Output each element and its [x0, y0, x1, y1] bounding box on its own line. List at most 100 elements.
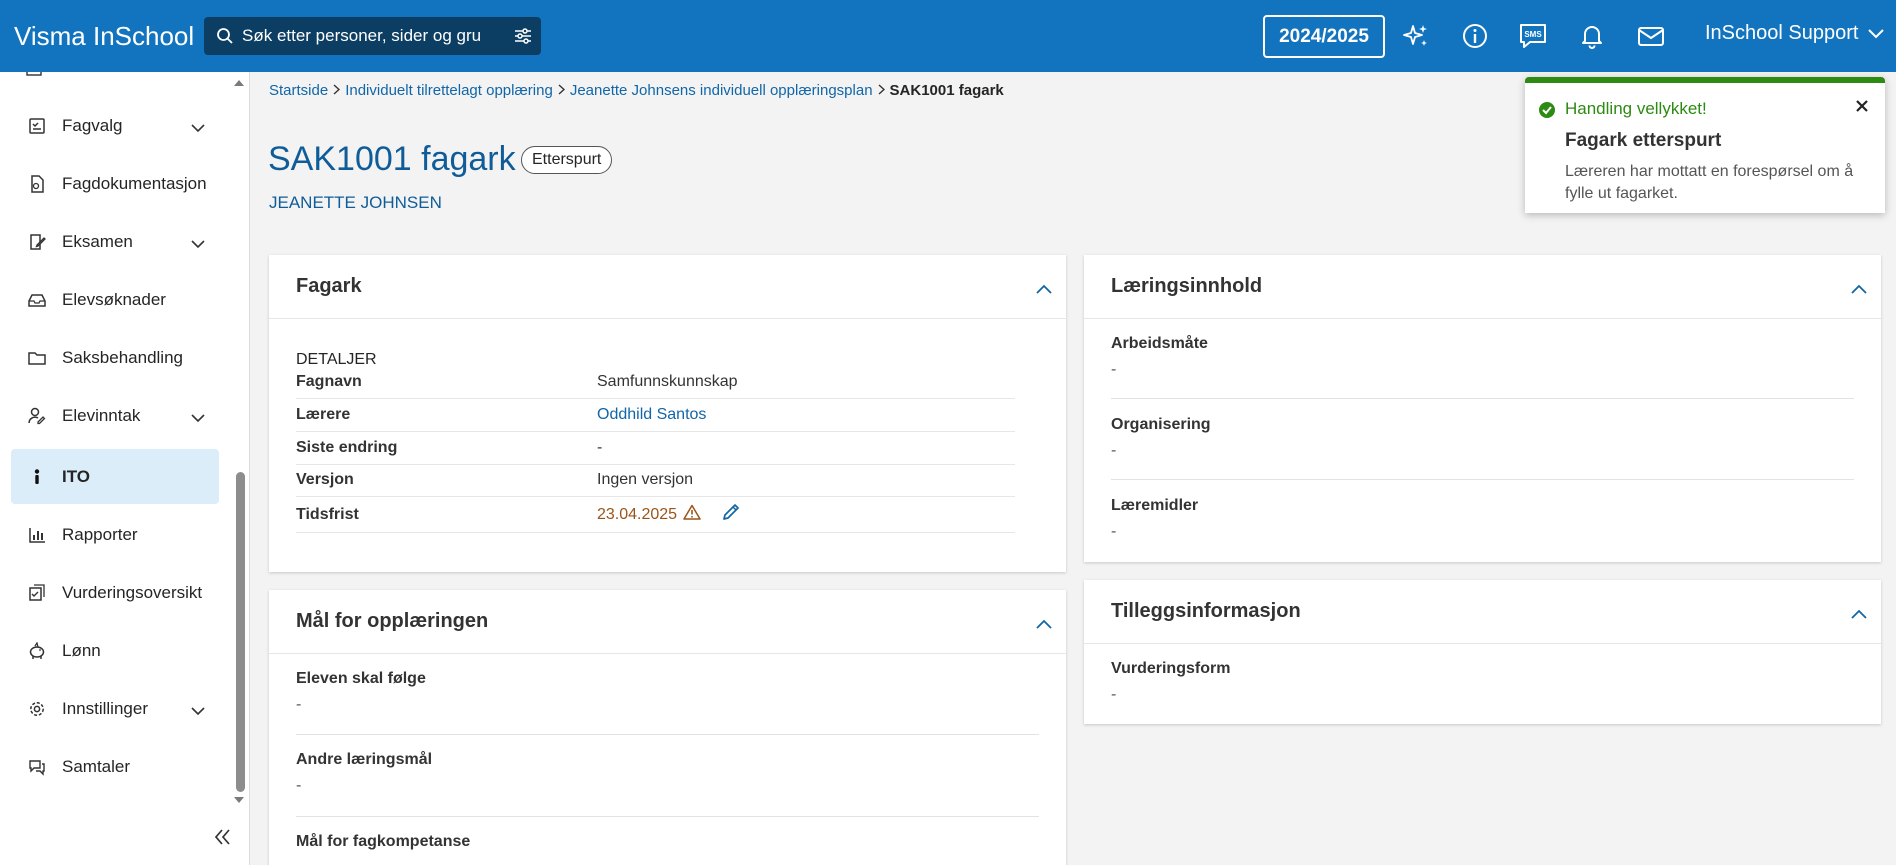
sidebar-item-saksbehandling[interactable]: Saksbehandling	[11, 330, 219, 385]
detail-key: Siste endring	[296, 439, 398, 456]
chevron-up-icon[interactable]	[1036, 612, 1052, 635]
sidebar-item-ito[interactable]: ITO	[11, 449, 219, 504]
detail-row: Tidsfrist 23.04.2025	[296, 497, 1015, 533]
maal-card: Mål for opplæringen Eleven skal følge - …	[269, 590, 1066, 865]
sidebar-item-label: Eksamen	[62, 231, 133, 251]
collapse-sidebar-icon[interactable]	[213, 828, 233, 851]
field-value: -	[1111, 442, 1117, 459]
field-label: Eleven skal følge	[296, 670, 426, 687]
check-circle-icon	[1538, 101, 1556, 124]
sidebar-item-label: Elevsøknader	[62, 289, 166, 309]
field-laeremidler: Læremidler -	[1111, 497, 1198, 541]
sidebar-item-innstillinger[interactable]: Innstillinger	[11, 681, 219, 736]
chevron-right-icon	[558, 82, 565, 99]
chevron-down-icon	[1868, 22, 1885, 45]
gear-icon	[26, 700, 48, 718]
teacher-link[interactable]: Oddhild Santos	[597, 406, 706, 424]
person-icon	[26, 468, 48, 486]
sidebar-item-label: Fagdokumentasjon	[62, 173, 207, 193]
sidebar-item-partial	[26, 72, 206, 80]
svg-text:SMS: SMS	[1524, 30, 1542, 39]
deadline-value: 23.04.2025	[597, 502, 741, 527]
field-label: Vurderingsform	[1111, 660, 1231, 677]
mail-icon[interactable]	[1635, 20, 1667, 52]
laeringsinnhold-card-header[interactable]: Læringsinnhold	[1084, 255, 1881, 319]
deadline-date: 23.04.2025	[597, 505, 678, 523]
sms-icon[interactable]: SMS	[1517, 20, 1549, 52]
sidebar-item-elevinntak[interactable]: Elevinntak	[11, 388, 219, 443]
search-input[interactable]	[242, 26, 482, 46]
info-icon[interactable]	[1459, 20, 1491, 52]
sidebar-item-fagdokumentasjon[interactable]: Fagdokumentasjon	[11, 156, 219, 211]
field-value: -	[296, 696, 302, 713]
divider	[296, 734, 1039, 735]
breadcrumb-ito[interactable]: Individuelt tilrettelagt opplæring	[345, 82, 553, 99]
field-value: -	[296, 777, 302, 794]
toast-status: Handling vellykket!	[1565, 99, 1707, 118]
sidebar-item-label: ITO	[62, 466, 91, 486]
success-toast: Handling vellykket! Fagark etterspurt Læ…	[1525, 77, 1885, 213]
field-arbeidsmaate: Arbeidsmåte -	[1111, 335, 1208, 379]
bar-chart-icon	[26, 526, 48, 544]
school-year-button[interactable]: 2024/2025	[1263, 15, 1385, 58]
card-title: Fagark	[296, 275, 362, 297]
sidebar-item-vurderingsoversikt[interactable]: Vurderingsoversikt	[11, 565, 219, 620]
toast-title: Fagark etterspurt	[1565, 130, 1722, 151]
detail-value: Ingen versjon	[597, 471, 694, 488]
chevron-up-icon[interactable]	[1036, 277, 1052, 300]
inbox-icon	[26, 291, 48, 309]
fagark-card-header[interactable]: Fagark	[269, 255, 1066, 319]
sidebar-scroll-thumb[interactable]	[236, 472, 245, 792]
chevron-up-icon[interactable]	[1851, 277, 1867, 300]
bell-icon[interactable]	[1576, 20, 1608, 52]
chevron-up-icon[interactable]	[1851, 602, 1867, 625]
sidebar-item-lonn[interactable]: Lønn	[11, 623, 219, 678]
breadcrumb: Startside Individuelt tilrettelagt opplæ…	[269, 82, 1004, 99]
sidebar-item-elevsoknader[interactable]: Elevsøknader	[11, 272, 219, 327]
chevron-down-icon	[191, 408, 205, 428]
close-icon[interactable]	[1855, 99, 1869, 118]
top-bar: Visma InSchool 2024/2025 SMS InSchool Su…	[0, 0, 1896, 72]
sidebar-item-fagvalg[interactable]: Fagvalg	[11, 98, 219, 153]
search-box[interactable]	[204, 17, 541, 55]
student-name: JEANETTE JOHNSEN	[269, 193, 442, 212]
sidebar-item-rapporter[interactable]: Rapporter	[11, 507, 219, 562]
edit-deadline-icon[interactable]	[721, 502, 741, 527]
sidebar-item-label: Samtaler	[62, 756, 131, 776]
breadcrumb-startside[interactable]: Startside	[269, 82, 328, 99]
divider	[296, 816, 1039, 817]
field-label: Arbeidsmåte	[1111, 335, 1208, 352]
sidebar-item-eksamen[interactable]: Eksamen	[11, 214, 219, 269]
sidebar-item-samtaler[interactable]: Samtaler	[11, 739, 219, 794]
user-menu[interactable]: InSchool Support	[1705, 22, 1885, 45]
toast-message: Læreren har mottatt en forespørsel om å …	[1565, 163, 1854, 202]
field-andre-laeringsmaal: Andre læringsmål -	[296, 751, 432, 795]
search-icon	[208, 27, 242, 45]
app-title[interactable]: Visma InSchool	[14, 21, 204, 52]
sparkle-icon[interactable]	[1400, 20, 1432, 52]
field-eleven-skal-folge: Eleven skal følge -	[296, 670, 426, 714]
detail-row: Versjon Ingen versjon	[296, 464, 1015, 497]
checklist-icon	[26, 117, 48, 135]
chevron-down-icon	[191, 118, 205, 138]
filter-icon[interactable]	[513, 26, 533, 51]
sidebar-item-label: Fagvalg	[62, 115, 123, 135]
field-label: Andre læringsmål	[296, 751, 433, 768]
breadcrumb-plan[interactable]: Jeanette Johnsens individuell opplærings…	[570, 82, 873, 99]
assessment-icon	[26, 583, 48, 602]
document-icon	[26, 174, 48, 193]
tillegg-card-header[interactable]: Tilleggsinformasjon	[1084, 580, 1881, 644]
chevron-down-icon	[191, 701, 205, 721]
user-name: InSchool Support	[1705, 22, 1859, 44]
piggy-bank-icon	[26, 641, 48, 660]
chevron-right-icon	[333, 82, 341, 99]
tilleggsinformasjon-card: Tilleggsinformasjon Vurderingsform -	[1084, 580, 1881, 724]
page-title: SAK1001 fagark	[268, 140, 516, 178]
sidebar-item-label: Vurderingsoversikt	[62, 582, 203, 602]
divider	[1111, 398, 1854, 399]
maal-card-header[interactable]: Mål for opplæringen	[269, 590, 1066, 654]
card-title: Mål for opplæringen	[296, 610, 489, 632]
card-title: Tilleggsinformasjon	[1111, 600, 1301, 622]
detail-value: -	[597, 439, 603, 456]
detail-key: Versjon	[296, 471, 354, 488]
